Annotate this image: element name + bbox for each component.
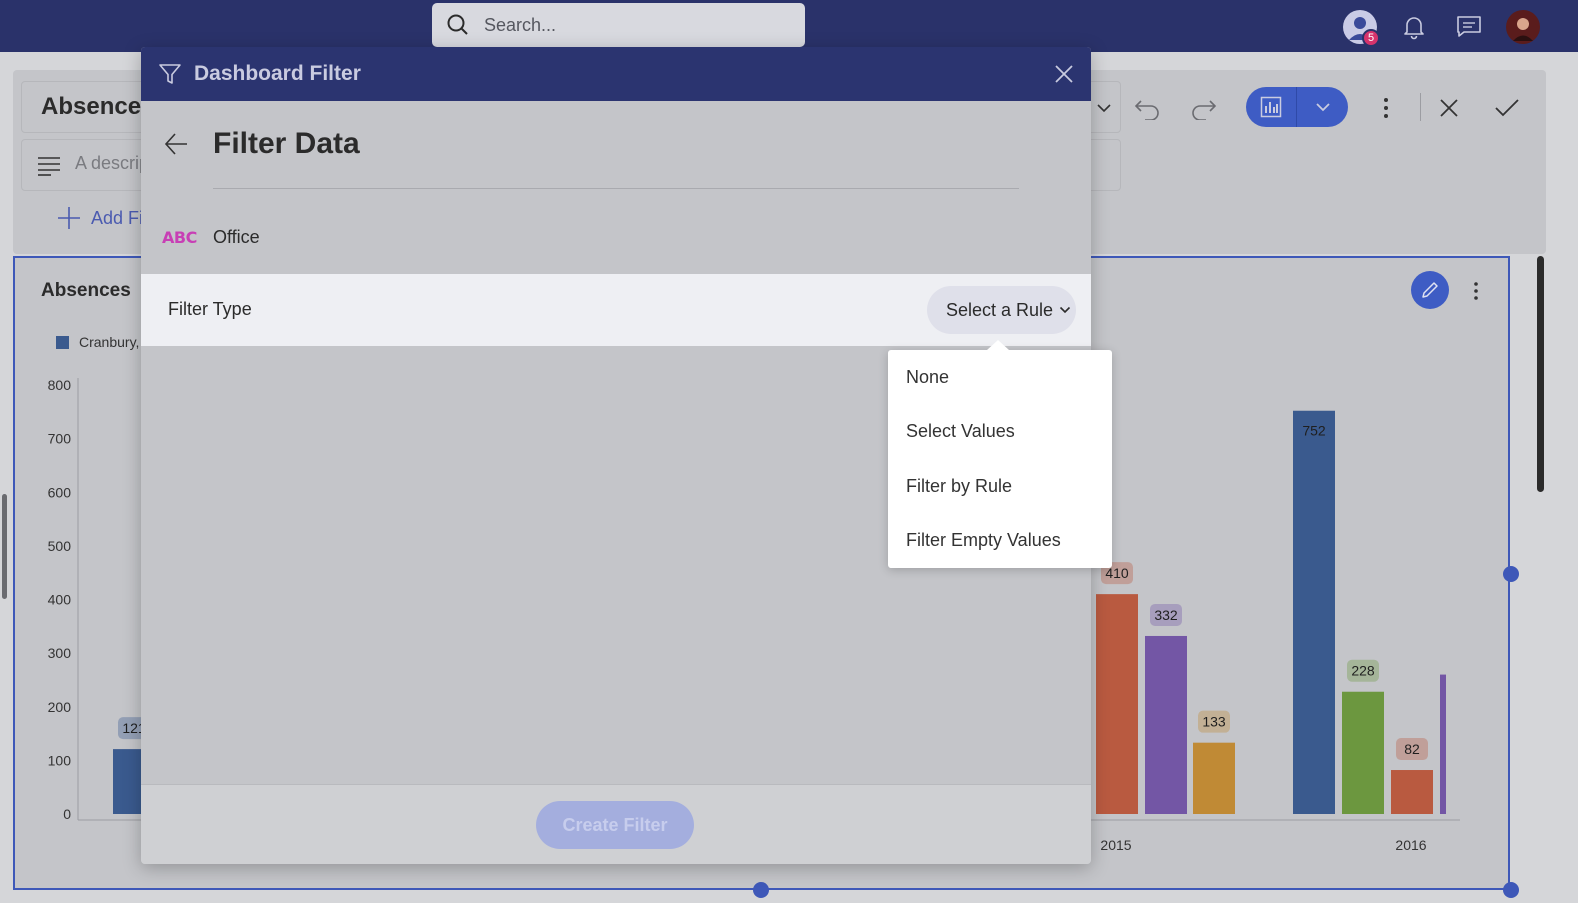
y-tick-label: 800 <box>48 377 72 393</box>
filter-type-row: Filter Type Select a Rule <box>141 274 1091 346</box>
x-tick-label: 2016 <box>1395 837 1426 853</box>
menu-item-select-values[interactable]: Select Values <box>888 404 1112 458</box>
arrow-left-icon <box>164 133 187 155</box>
y-tick-label: 700 <box>48 431 72 447</box>
filter-icon <box>159 64 181 84</box>
title-divider <box>213 188 1019 189</box>
bar <box>1193 742 1235 814</box>
y-tick-label: 200 <box>48 699 72 715</box>
filter-type-menu: None Select Values Filter by Rule Filter… <box>888 340 1112 568</box>
data-label: 133 <box>1202 714 1226 730</box>
bar-partial <box>1440 674 1446 814</box>
menu-item-filter-by-rule[interactable]: Filter by Rule <box>888 459 1112 513</box>
bar <box>1342 691 1384 814</box>
data-label: 752 <box>1302 423 1326 439</box>
y-tick-label: 300 <box>48 645 72 661</box>
menu-item-filter-empty-values[interactable]: Filter Empty Values <box>888 513 1112 567</box>
bar <box>1391 770 1433 814</box>
chevron-down-icon <box>1059 306 1071 314</box>
filter-type-label: Filter Type <box>168 299 252 319</box>
select-rule-dropdown[interactable]: Select a Rule <box>927 286 1076 334</box>
field-name: Office <box>213 227 260 247</box>
y-tick-label: 0 <box>63 806 71 822</box>
data-label: 82 <box>1404 741 1420 757</box>
bar <box>1096 594 1138 814</box>
dialog-header: Dashboard Filter <box>141 47 1091 101</box>
menu-pointer <box>987 340 1009 350</box>
data-label: 332 <box>1154 607 1178 623</box>
close-icon <box>1055 65 1073 83</box>
select-rule-label: Select a Rule <box>946 299 1054 320</box>
dialog-footer: Create Filter <box>141 784 1091 864</box>
y-tick-label: 500 <box>48 538 72 554</box>
x-tick-label: 2015 <box>1100 837 1131 853</box>
close-dialog-button[interactable] <box>1049 59 1079 89</box>
y-tick-label: 400 <box>48 592 72 608</box>
y-tick-label: 100 <box>48 752 72 768</box>
y-tick-label: 600 <box>48 484 72 500</box>
data-label: 228 <box>1351 663 1375 679</box>
menu-item-none[interactable]: None <box>888 350 1112 404</box>
dialog-title: Dashboard Filter <box>194 62 361 85</box>
back-button[interactable] <box>163 131 189 157</box>
text-field-type-icon: ABC <box>162 228 197 247</box>
bar <box>1293 410 1335 814</box>
create-filter-button[interactable]: Create Filter <box>536 801 694 849</box>
page-title: Filter Data <box>213 127 360 160</box>
bar <box>1145 635 1187 814</box>
